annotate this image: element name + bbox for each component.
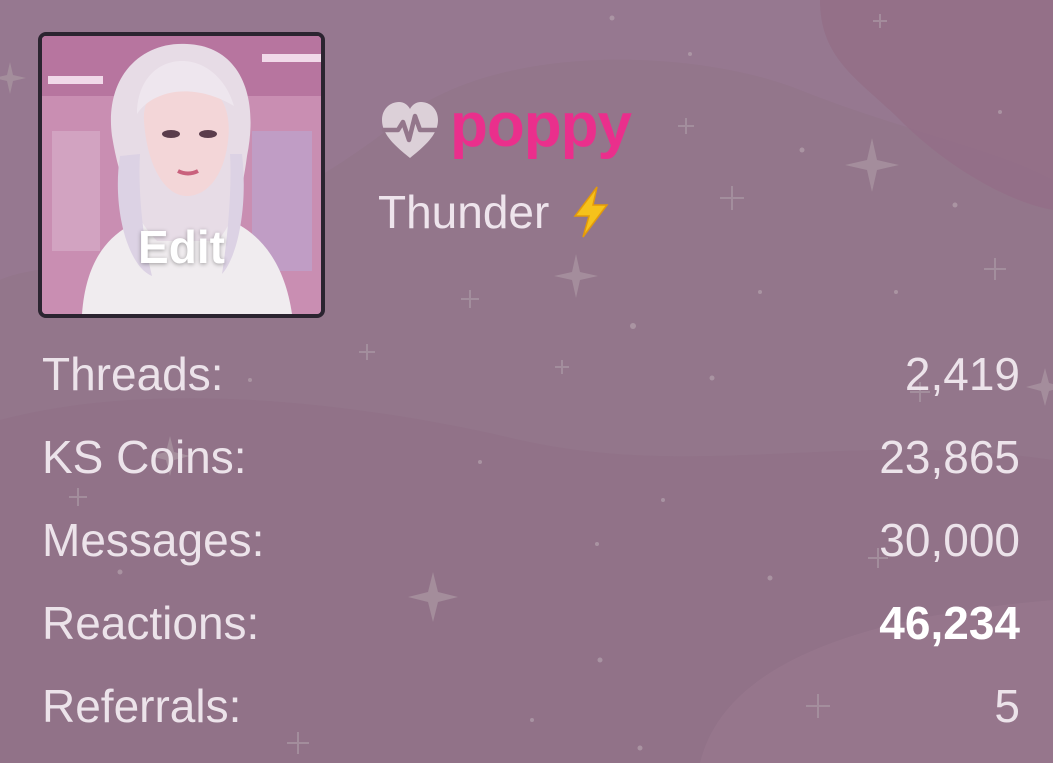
stat-row-messages[interactable]: Messages: 30,000: [42, 498, 1020, 581]
stat-value: 30,000: [879, 513, 1020, 566]
stat-value: 23,865: [879, 430, 1020, 483]
stat-value: 46,234: [879, 596, 1020, 649]
stat-label: Reactions:: [42, 596, 260, 649]
stat-row-reactions[interactable]: Reactions: 46,234: [42, 581, 1020, 664]
lightning-bolt-icon: [573, 186, 609, 238]
username-row: poppy: [378, 95, 632, 160]
stat-row-referrals[interactable]: Referrals: 5: [42, 664, 1020, 747]
stat-value: 2,419: [904, 347, 1020, 400]
stat-label: KS Coins:: [42, 430, 247, 483]
stat-label: Referrals:: [42, 679, 242, 732]
stat-value: 5: [994, 679, 1020, 732]
stat-row-threads[interactable]: Threads: 2,419: [42, 332, 1020, 415]
stat-label: Messages:: [42, 513, 265, 566]
rank-title: Thunder: [378, 186, 550, 238]
stats-list: Threads: 2,419 KS Coins: 23,865 Messages…: [42, 332, 1020, 747]
heart-pulse-icon: [381, 102, 439, 158]
stat-row-ks-coins[interactable]: KS Coins: 23,865: [42, 415, 1020, 498]
username[interactable]: poppy: [450, 95, 632, 157]
stat-label: Threads:: [42, 347, 224, 400]
rank-row: Thunder: [378, 186, 611, 238]
avatar-edit-label[interactable]: Edit: [42, 220, 321, 274]
avatar[interactable]: Edit: [38, 32, 325, 318]
